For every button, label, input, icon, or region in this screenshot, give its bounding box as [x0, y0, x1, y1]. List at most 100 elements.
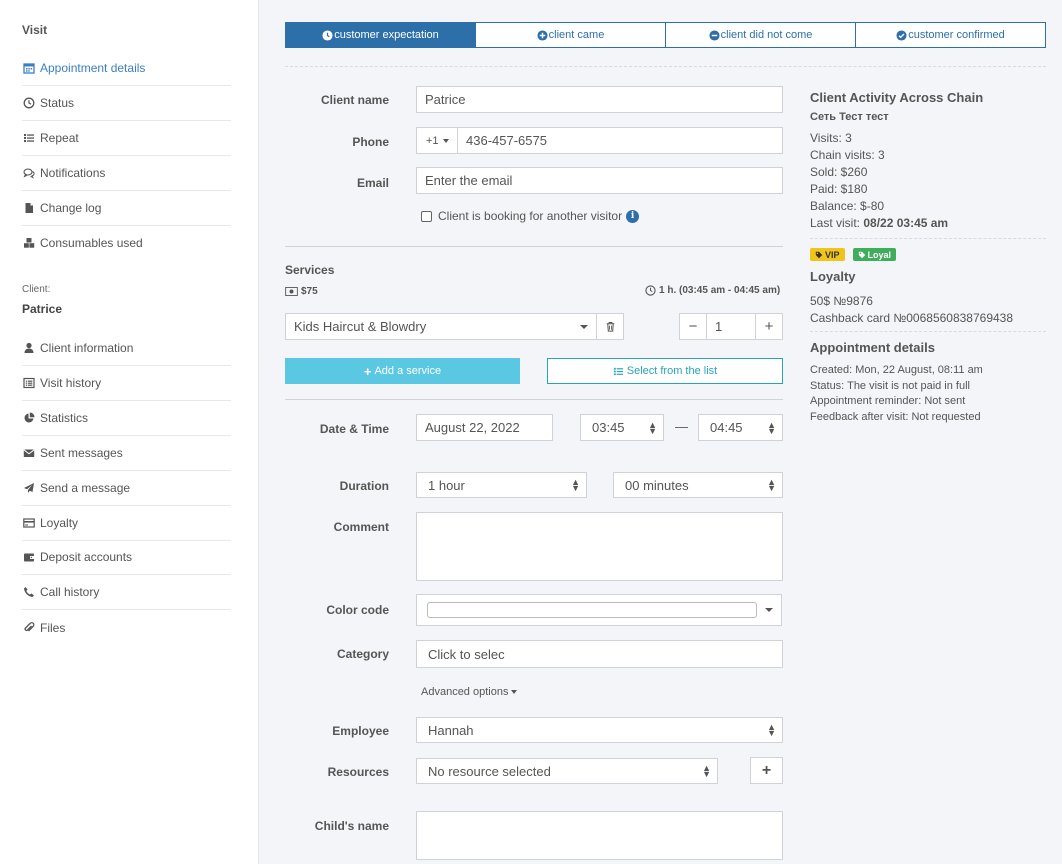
status-tabs: customer expectation client came client …: [285, 22, 1046, 48]
minus-circle-icon: [709, 29, 720, 41]
time-end-select[interactable]: 04:45 ▲ ▼: [698, 414, 783, 441]
sidebar-item-label: Sent messages: [40, 446, 123, 460]
sidebar-item-client-information[interactable]: Client information: [22, 331, 231, 366]
tab-customer-confirmed[interactable]: customer confirmed: [855, 22, 1046, 48]
sidebar-item-label: Repeat: [40, 131, 79, 145]
sidebar-item-visit-history[interactable]: Visit history: [22, 366, 231, 401]
paperclip-icon: [22, 621, 36, 635]
duration-minutes-select[interactable]: 00 minutes ▲ ▼: [613, 472, 783, 498]
phone-country-select[interactable]: +1: [416, 127, 458, 154]
sidebar-item-appointment-details[interactable]: Appointment details: [22, 51, 231, 86]
clock-icon: [22, 96, 36, 110]
tag-icon: [815, 251, 823, 258]
email-field[interactable]: Enter the email: [416, 167, 783, 194]
employee-select[interactable]: Hannah ▲ ▼: [416, 717, 783, 743]
user-icon: [22, 341, 36, 355]
appointment-reminder: Appointment reminder: Not sent: [810, 395, 966, 407]
time-start-select[interactable]: 03:45 ▲ ▼: [580, 414, 664, 441]
sidebar-item-label: Appointment details: [40, 61, 146, 75]
activity-chain: Сеть Тест тест: [810, 111, 889, 123]
services-time-row: 1 h. (03:45 am - 04:45 am): [645, 285, 780, 296]
duration-hours: 1 hour: [428, 477, 465, 493]
sidebar-item-label: Statistics: [40, 411, 89, 425]
caret-down-icon: [511, 690, 518, 694]
sidebar-item-change-log[interactable]: Change log: [22, 191, 231, 226]
quantity-increase-button[interactable]: +: [755, 313, 783, 340]
email-label: Email: [356, 176, 389, 190]
sidebar-item-repeat[interactable]: Repeat: [22, 121, 231, 156]
category-label: Category: [336, 647, 389, 661]
select-from-list-button[interactable]: Select from the list: [547, 358, 783, 384]
vip-badge: VIP: [810, 248, 845, 261]
activity-paid: Paid: $180: [810, 182, 868, 196]
info-icon[interactable]: i: [626, 209, 640, 223]
date-input[interactable]: August 22, 2022: [416, 414, 553, 441]
tab-client-came[interactable]: client came: [475, 22, 666, 48]
duration-minutes: 00 minutes: [625, 477, 689, 493]
activity-chain-visits: Chain visits: 3: [810, 148, 885, 162]
appointment-details-panel: Appointment details Created: Mon, 22 Aug…: [810, 340, 1046, 425]
sidebar-item-call-history[interactable]: Call history: [22, 575, 231, 610]
category-input[interactable]: Click to selec: [416, 640, 783, 668]
sidebar-item-label: Consumables used: [40, 235, 143, 250]
add-resource-button[interactable]: +: [750, 757, 783, 784]
another-visitor-row: Client is booking for another visitor i: [421, 209, 640, 223]
quantity-decrease-button[interactable]: −: [679, 313, 707, 340]
divider: [810, 238, 1046, 239]
color-code-select[interactable]: [416, 594, 782, 626]
sidebar-item-consumables[interactable]: Consumables used: [22, 225, 231, 260]
advanced-options-toggle[interactable]: Advanced options: [421, 686, 518, 698]
loyalty-card: 50$ №9876: [810, 294, 873, 308]
tab-label: customer expectation: [334, 29, 439, 41]
sidebar-item-label: Client information: [40, 341, 134, 355]
credit-card-icon: [22, 516, 36, 530]
client-badges: VIP Loyal: [810, 248, 897, 261]
quantity-stepper[interactable]: 1: [706, 313, 756, 340]
pie-chart-icon: [22, 411, 36, 425]
sidebar: Visit Appointment details Status Repeat …: [0, 0, 259, 864]
resources-select[interactable]: No resource selected ▲ ▼: [416, 758, 718, 784]
loyalty-card: Cashback card №0068560838769438: [810, 311, 1014, 325]
clock-icon: [645, 285, 656, 296]
sidebar-item-send-message[interactable]: Send a message: [22, 471, 231, 506]
phone-code: +1: [426, 134, 439, 147]
sidebar-item-label: Visit history: [40, 376, 102, 390]
tab-client-did-not-come[interactable]: client did not come: [665, 22, 856, 48]
services-price: $75: [301, 286, 318, 297]
trash-icon: [606, 321, 614, 332]
divider: [810, 331, 1046, 332]
activity-last-visit: Last visit: 08/22 03:45 am: [810, 216, 949, 230]
datetime-label: Date & Time: [319, 422, 389, 436]
sidebar-item-deposit-accounts[interactable]: Deposit accounts: [22, 540, 231, 575]
sidebar-item-status[interactable]: Status: [22, 86, 231, 121]
child-name-input[interactable]: [416, 811, 783, 860]
service-select[interactable]: Kids Haircut & Blowdry: [285, 313, 597, 340]
phone-icon: [22, 585, 36, 599]
delete-service-button[interactable]: [596, 313, 624, 340]
select-list-label: Select from the list: [626, 365, 718, 377]
comment-label: Comment: [333, 520, 389, 534]
client-label: Client:: [22, 284, 51, 295]
sidebar-item-sent-messages[interactable]: Sent messages: [22, 436, 231, 471]
list-icon: [22, 131, 36, 145]
sidebar-item-files[interactable]: Files: [22, 610, 231, 645]
loyal-badge: Loyal: [852, 248, 897, 261]
sidebar-item-statistics[interactable]: Statistics: [22, 401, 231, 436]
sidebar-item-notifications[interactable]: Notifications: [22, 156, 231, 191]
sidebar-visit-title: Visit: [22, 23, 48, 37]
file-icon: [22, 201, 36, 215]
client-name-input[interactable]: Patrice: [416, 86, 783, 113]
service-name: Kids Haircut & Blowdry: [294, 319, 427, 334]
tab-customer-expectation[interactable]: customer expectation: [285, 22, 476, 48]
comment-textarea[interactable]: [416, 512, 783, 581]
another-visitor-checkbox[interactable]: [421, 210, 432, 222]
color-swatch: [427, 602, 757, 618]
sidebar-item-loyalty[interactable]: Loyalty: [22, 506, 231, 541]
phone-input[interactable]: 436-457-6575: [457, 127, 783, 154]
duration-hours-select[interactable]: 1 hour ▲ ▼: [416, 472, 587, 498]
main-panel: customer expectation client came client …: [259, 0, 1062, 864]
sidebar-item-label: Change log: [40, 201, 102, 215]
appointment-status: Status: The visit is not paid in full: [810, 379, 970, 392]
add-service-button[interactable]: + Add a service: [285, 358, 520, 384]
employee-label: Employee: [332, 724, 389, 738]
